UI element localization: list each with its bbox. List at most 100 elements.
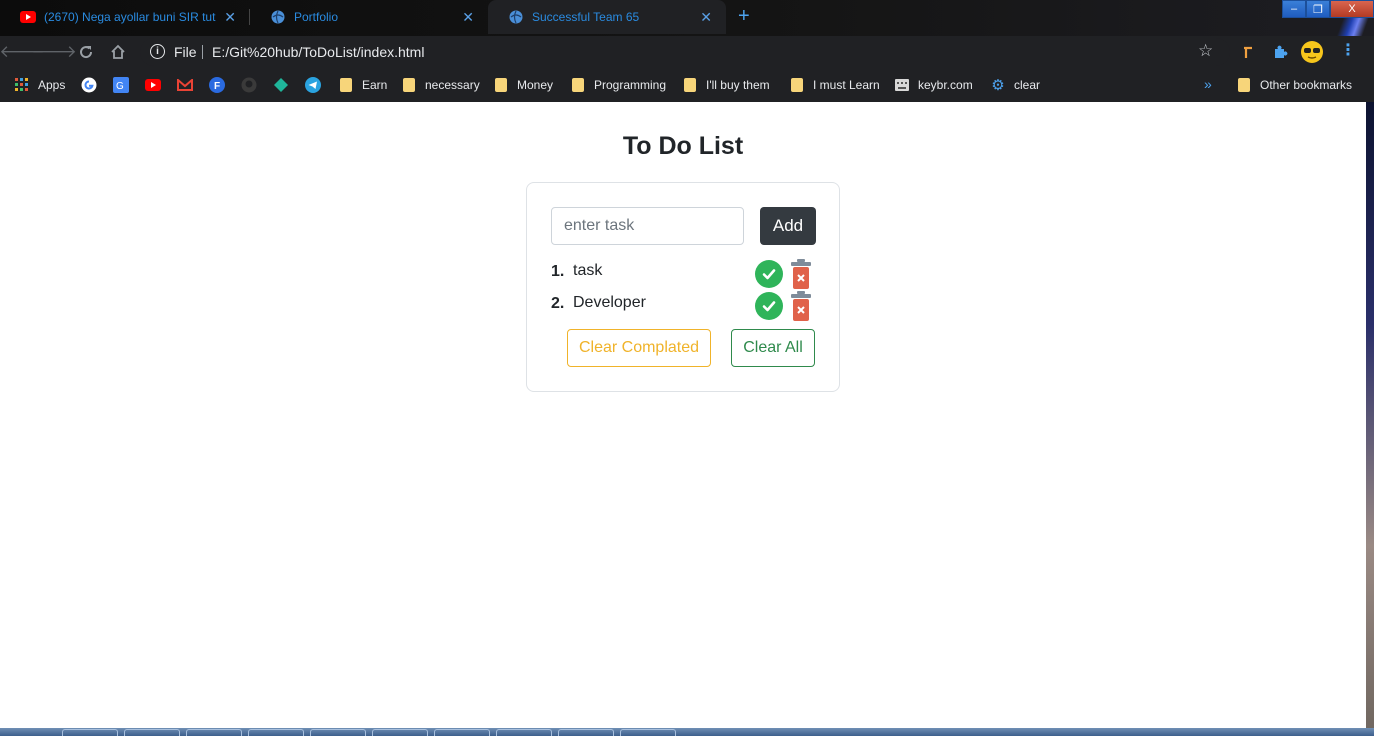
- bookmark-folder-ill-buy-them[interactable]: I'll buy them: [682, 76, 770, 94]
- tab-portfolio[interactable]: Portfolio ✕: [250, 0, 488, 34]
- tab-youtube[interactable]: (2670) Nega ayollar buni SIR tuti ✕: [0, 0, 250, 34]
- google-icon: [81, 77, 97, 93]
- address-bar[interactable]: i File E:/Git%20hub/ToDoList/index.html: [140, 38, 1230, 66]
- diamond-icon: [273, 77, 289, 93]
- page-viewport: To Do List Add 1. task 2. Developer Clea…: [0, 102, 1366, 728]
- bookmark-star-icon[interactable]: ☆: [1198, 41, 1213, 61]
- scheme-label: File: [174, 44, 197, 60]
- bookmark-folder-necessary[interactable]: necessary: [401, 76, 480, 94]
- task-text: Developer: [573, 294, 646, 311]
- folder-icon: [682, 77, 698, 93]
- new-tab-button[interactable]: +: [738, 6, 750, 26]
- complete-check-icon[interactable]: [755, 292, 783, 320]
- taskbar-item[interactable]: [372, 729, 428, 736]
- task-text: task: [573, 262, 603, 279]
- folder-icon: [493, 77, 509, 93]
- maximize-button[interactable]: ❐: [1306, 0, 1330, 18]
- forward-icon[interactable]: 🡒: [31, 41, 77, 63]
- complete-check-icon[interactable]: [755, 260, 783, 288]
- bookmark-label: I'll buy them: [706, 78, 770, 92]
- bookmark-youtube[interactable]: [145, 76, 169, 94]
- svg-text:F: F: [214, 81, 220, 92]
- tab-successful-team[interactable]: Successful Team 65 ✕: [488, 0, 726, 34]
- bookmark-label: Money: [517, 78, 554, 92]
- bookmark-f[interactable]: F: [209, 76, 233, 94]
- tab-title: Portfolio: [294, 10, 339, 24]
- taskbar-item[interactable]: [186, 729, 242, 736]
- folder-icon: [1236, 77, 1252, 93]
- clear-all-button[interactable]: Clear All: [731, 329, 815, 367]
- folder-icon: [401, 77, 417, 93]
- home-icon[interactable]: [107, 41, 129, 63]
- bookmark-label: Apps: [38, 78, 66, 92]
- telegram-icon: [305, 77, 321, 93]
- folder-icon: [338, 77, 354, 93]
- bookmark-label: Earn: [362, 78, 388, 92]
- tab-strip: (2670) Nega ayollar buni SIR tuti ✕ Port…: [0, 0, 1374, 36]
- bookmark-telegram[interactable]: [305, 76, 329, 94]
- bookmark-google[interactable]: [81, 76, 105, 94]
- menu-more-icon[interactable]: ⋮: [1340, 43, 1356, 59]
- minimize-button[interactable]: –: [1282, 0, 1306, 18]
- task-number: 2.: [551, 295, 565, 312]
- taskbar-item[interactable]: [620, 729, 676, 736]
- browser-toolbar: 🡐 🡒 i File E:/Git%20hub/ToDoList/index.h…: [0, 36, 1374, 68]
- close-tab-icon[interactable]: ✕: [224, 9, 236, 26]
- site-info-icon[interactable]: i: [150, 44, 165, 59]
- bookmark-folder-i-must-learn[interactable]: I must Learn: [789, 76, 880, 94]
- url-text[interactable]: E:/Git%20hub/ToDoList/index.html: [212, 44, 424, 60]
- more-bookmarks-icon[interactable]: »: [1204, 76, 1212, 92]
- bookmark-github[interactable]: [241, 76, 265, 94]
- reload-icon[interactable]: [75, 41, 97, 63]
- taskbar-item[interactable]: [62, 729, 118, 736]
- globe-icon: [270, 9, 286, 25]
- other-bookmarks-label: Other bookmarks: [1260, 78, 1353, 92]
- task-number: 1.: [551, 263, 565, 280]
- svg-text:G: G: [116, 81, 124, 92]
- profile-avatar-icon[interactable]: [1300, 40, 1324, 64]
- bookmark-label: I must Learn: [813, 78, 880, 92]
- taskbar-item[interactable]: [434, 729, 490, 736]
- bookmark-folder-programming[interactable]: Programming: [570, 76, 666, 94]
- folder-icon: [789, 77, 805, 93]
- bookmark-label: clear: [1014, 78, 1041, 92]
- taskbar-item[interactable]: [124, 729, 180, 736]
- add-button[interactable]: Add: [760, 207, 816, 245]
- bookmark-apps[interactable]: Apps: [14, 76, 65, 94]
- gmail-icon: [177, 77, 193, 93]
- task-item: 2. Developer: [551, 290, 817, 322]
- bookmark-folder-earn[interactable]: Earn: [338, 76, 387, 94]
- bookmark-clear[interactable]: ⚙ clear: [990, 76, 1040, 94]
- clear-completed-button[interactable]: Clear Complated: [567, 329, 711, 367]
- youtube-icon: [145, 77, 161, 93]
- desktop-wallpaper-edge: [1366, 102, 1374, 736]
- keyboard-icon: [894, 77, 910, 93]
- delete-trash-icon[interactable]: [789, 290, 813, 322]
- taskbar-item[interactable]: [310, 729, 366, 736]
- bookmarks-bar: Apps G F Earn necessary Money Programmin…: [0, 68, 1374, 102]
- close-window-button[interactable]: X: [1330, 0, 1374, 18]
- back-icon[interactable]: 🡐: [0, 41, 45, 63]
- folder-icon: [570, 77, 586, 93]
- bookmark-keybr[interactable]: keybr.com: [894, 76, 973, 94]
- apps-grid-icon: [14, 77, 30, 93]
- other-bookmarks[interactable]: Other bookmarks: [1236, 76, 1352, 94]
- bookmark-google-translate[interactable]: G: [113, 76, 137, 94]
- window-controls: – ❐ X: [1282, 0, 1374, 18]
- close-tab-icon[interactable]: ✕: [462, 9, 474, 26]
- youtube-icon: [20, 9, 36, 25]
- tab-title: Successful Team 65: [532, 10, 640, 24]
- taskbar-item[interactable]: [496, 729, 552, 736]
- delete-trash-icon[interactable]: [789, 258, 813, 290]
- puzzle-extensions-icon[interactable]: [1270, 42, 1290, 62]
- bookmark-folder-money[interactable]: Money: [493, 76, 553, 94]
- extension-orange-icon[interactable]: [1238, 42, 1258, 62]
- taskbar-item[interactable]: [558, 729, 614, 736]
- page-title: To Do List: [622, 132, 744, 160]
- bookmark-gmail[interactable]: [177, 76, 201, 94]
- taskbar-item[interactable]: [248, 729, 304, 736]
- close-tab-icon[interactable]: ✕: [700, 9, 712, 26]
- bookmark-diamond[interactable]: [273, 76, 297, 94]
- task-input[interactable]: [551, 207, 744, 245]
- gear-icon: ⚙: [991, 77, 1005, 94]
